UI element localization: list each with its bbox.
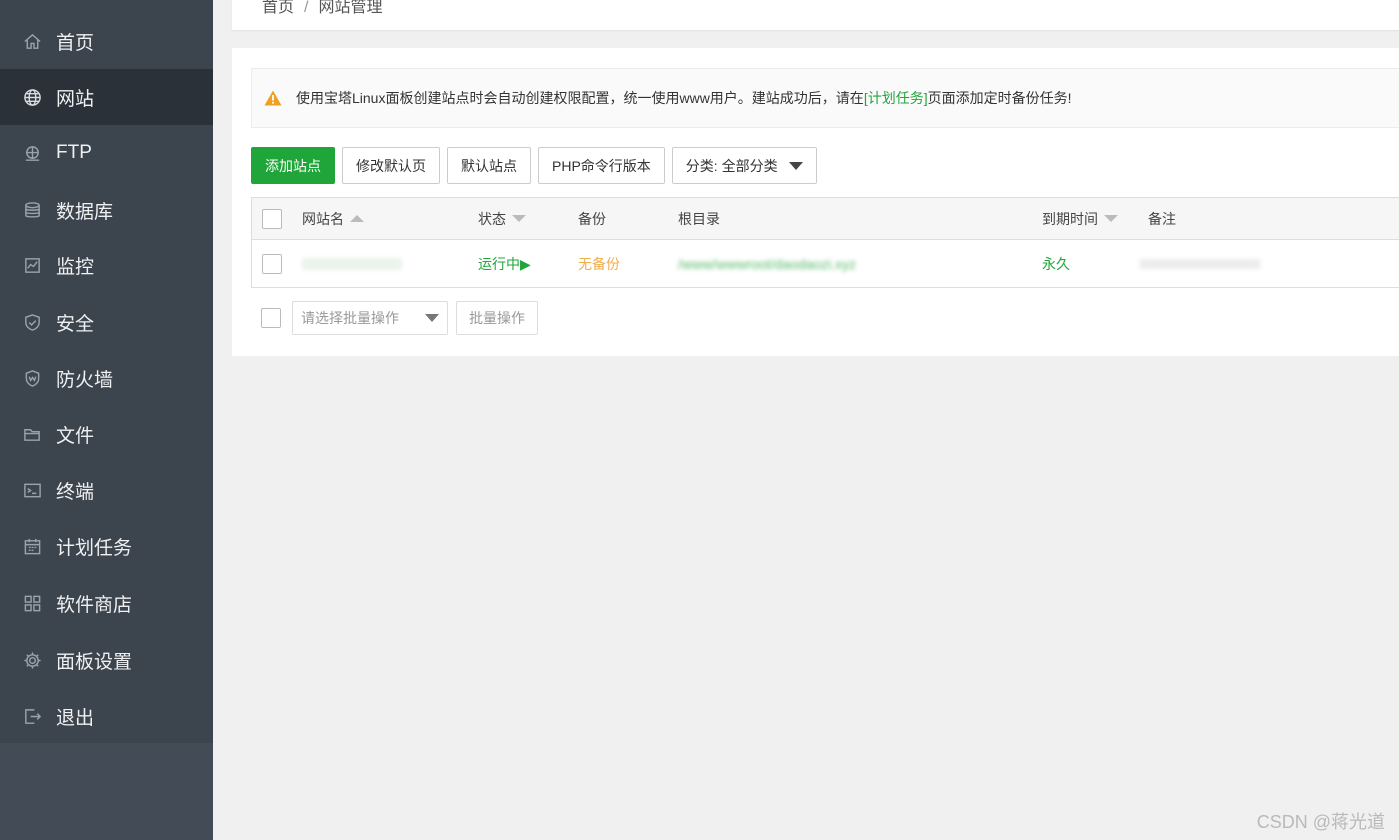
sidebar-item-label: 监控: [56, 256, 95, 278]
chevron-down-icon: [788, 161, 803, 170]
row-select-cell: [262, 240, 282, 287]
sort-desc-icon: [512, 215, 526, 222]
batch-select-all-checkbox[interactable]: [261, 308, 281, 328]
select-all-cell: [262, 198, 282, 239]
sidebar-item-logout[interactable]: 退出: [0, 688, 213, 744]
sidebar-item-label: 数据库: [56, 201, 114, 223]
sidebar-item-firewall[interactable]: 防火墙: [0, 350, 213, 406]
breadcrumb-home[interactable]: 首页: [262, 0, 294, 16]
site-status[interactable]: 运行中▶: [478, 240, 531, 287]
header-name-label: 网站名: [302, 210, 344, 227]
row-checkbox[interactable]: [262, 253, 282, 274]
site-remark-redacted: [1140, 258, 1260, 269]
header-status[interactable]: 状态: [478, 198, 526, 239]
php-cli-version-button[interactable]: PHP命令行版本: [538, 147, 665, 184]
sidebar-item-label: 安全: [56, 313, 95, 335]
warning-icon: [264, 90, 282, 106]
breadcrumb-bar: 首页 / 网站管理: [232, 0, 1399, 30]
sites-table: 网站名 状态 备份 根目录 到期时间 备注 运行中▶ 无备份 /www/wwwr…: [251, 197, 1399, 288]
alert-text-before: 使用宝塔Linux面板创建站点时会自动创建权限配置，统一使用www用户。建站成功…: [296, 90, 864, 106]
apps-icon: [22, 593, 42, 613]
shield-icon: [22, 312, 42, 332]
globe-icon: [22, 87, 42, 107]
header-expire[interactable]: 到期时间: [1042, 198, 1118, 239]
breadcrumb: 首页 / 网站管理: [262, 0, 382, 17]
database-icon: [22, 200, 42, 220]
edit-default-page-button[interactable]: 修改默认页: [342, 147, 440, 184]
monitor-icon: [22, 255, 42, 275]
sidebar-item-label: 首页: [56, 32, 95, 54]
sidebar-item-label: 计划任务: [56, 537, 133, 559]
header-remark-label: 备注: [1148, 210, 1176, 227]
sidebar-item-home[interactable]: 首页: [0, 13, 213, 69]
sidebar-item-website[interactable]: 网站: [0, 69, 213, 125]
site-management-panel: 使用宝塔Linux面板创建站点时会自动创建权限配置，统一使用www用户。建站成功…: [232, 48, 1399, 356]
batch-operation-button[interactable]: 批量操作: [456, 301, 538, 335]
sidebar-item-terminal[interactable]: 终端: [0, 462, 213, 518]
header-root: 根目录: [678, 198, 720, 239]
header-name[interactable]: 网站名: [302, 198, 364, 239]
site-name-cell[interactable]: [302, 240, 402, 287]
batch-operation-placeholder: 请选择批量操作: [301, 310, 399, 326]
header-expire-label: 到期时间: [1042, 210, 1098, 227]
sidebar-item-settings[interactable]: 面板设置: [0, 632, 213, 688]
gear-icon: [22, 650, 42, 670]
header-backup: 备份: [578, 198, 606, 239]
sidebar-item-label: 软件商店: [56, 594, 133, 616]
site-root[interactable]: /www/wwwroot/daodaozi.xyz: [678, 240, 856, 287]
sidebar-item-label: 文件: [56, 425, 95, 447]
header-status-label: 状态: [478, 210, 506, 227]
batch-operation-select[interactable]: 请选择批量操作: [292, 301, 448, 335]
header-root-label: 根目录: [678, 210, 720, 227]
sidebar-item-label: FTP: [56, 142, 92, 163]
table-header: 网站名 状态 备份 根目录 到期时间 备注: [252, 198, 1399, 240]
default-site-button[interactable]: 默认站点: [447, 147, 531, 184]
site-expire[interactable]: 永久: [1042, 240, 1070, 287]
category-select-value: 分类: 全部分类: [685, 157, 778, 174]
calendar-icon: [22, 536, 42, 556]
folder-icon: [22, 424, 42, 444]
select-all-checkbox[interactable]: [262, 208, 282, 229]
sidebar-item-label: 面板设置: [56, 651, 133, 673]
breadcrumb-current: 网站管理: [318, 0, 383, 16]
sidebar-item-files[interactable]: 文件: [0, 406, 213, 462]
notice-alert: 使用宝塔Linux面板创建站点时会自动创建权限配置，统一使用www用户。建站成功…: [251, 68, 1399, 128]
site-remark-cell[interactable]: [1140, 240, 1260, 287]
site-name-redacted: [302, 257, 402, 270]
sidebar-item-ftp[interactable]: FTP: [0, 125, 213, 181]
home-icon: [22, 31, 42, 51]
alert-text-after: 页面添加定时备份任务!: [927, 90, 1072, 106]
toolbar: 添加站点 修改默认页 默认站点 PHP命令行版本 分类: 全部分类: [251, 147, 817, 184]
sidebar: 首页 网站 FTP 数据库 监控 安全 防火墙 文件 终端 计划任务 软件商店 …: [0, 0, 213, 840]
table-row: 运行中▶ 无备份 /www/wwwroot/daodaozi.xyz 永久: [252, 240, 1399, 287]
terminal-icon: [22, 480, 42, 500]
breadcrumb-separator: /: [304, 0, 309, 16]
sidebar-item-cron[interactable]: 计划任务: [0, 518, 213, 574]
chevron-down-icon: [425, 314, 439, 322]
sidebar-item-security[interactable]: 安全: [0, 294, 213, 350]
sidebar-item-label: 终端: [56, 481, 95, 503]
sidebar-item-database[interactable]: 数据库: [0, 182, 213, 238]
category-select[interactable]: 分类: 全部分类: [671, 147, 817, 184]
site-backup[interactable]: 无备份: [578, 240, 620, 287]
watermark: CSDN @蒋光道: [1256, 812, 1385, 832]
sort-desc-icon: [1104, 215, 1118, 222]
add-site-button[interactable]: 添加站点: [251, 147, 335, 184]
header-remark: 备注: [1148, 198, 1176, 239]
logout-icon: [22, 706, 42, 726]
sidebar-item-label: 退出: [56, 707, 95, 729]
batch-bar: 请选择批量操作 批量操作: [251, 301, 538, 335]
sidebar-item-store[interactable]: 软件商店: [0, 575, 213, 631]
sidebar-footer: [0, 743, 213, 840]
header-backup-label: 备份: [578, 210, 606, 227]
sidebar-item-label: 网站: [56, 88, 95, 110]
cron-task-link[interactable]: [计划任务]: [864, 88, 928, 108]
sort-asc-icon: [350, 215, 364, 222]
waf-icon: [22, 368, 42, 388]
sidebar-item-label: 防火墙: [56, 369, 114, 391]
sidebar-item-monitor[interactable]: 监控: [0, 237, 213, 293]
ftp-icon: [22, 143, 42, 163]
